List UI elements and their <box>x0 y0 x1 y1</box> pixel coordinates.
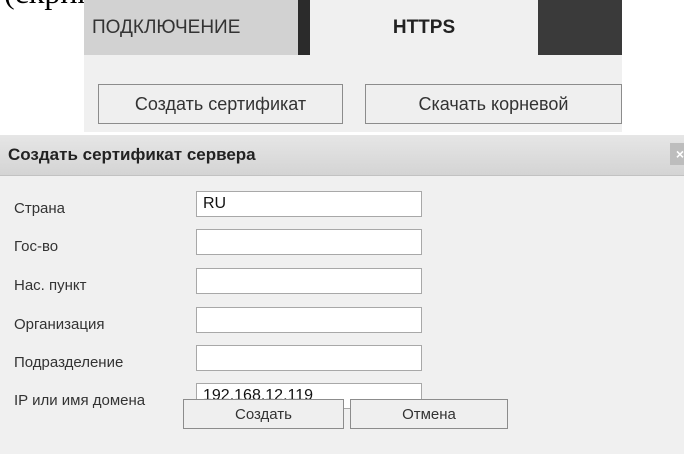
tab-bar: ПОДКЛЮЧЕНИЕ HTTPS <box>84 0 622 55</box>
department-label: Подразделение <box>14 354 124 371</box>
download-root-button[interactable]: Скачать корневой <box>365 84 622 124</box>
dialog-header: Создать сертификат сервера × <box>0 135 684 176</box>
create-certificate-button[interactable]: Создать сертификат <box>98 84 343 124</box>
tab-overflow <box>538 0 622 55</box>
locality-field[interactable] <box>196 268 422 294</box>
locality-label: Нас. пункт <box>14 277 87 294</box>
state-field[interactable] <box>196 229 422 255</box>
dialog-title: Создать сертификат сервера <box>8 145 256 164</box>
create-server-certificate-dialog: Создать сертификат сервера × Страна Гос-… <box>0 135 684 454</box>
country-label: Страна <box>14 200 66 217</box>
country-field[interactable] <box>196 191 422 217</box>
state-label: Гос-во <box>14 238 59 255</box>
domain-label: IP или имя домена <box>14 392 146 409</box>
https-settings-panel: ПОДКЛЮЧЕНИЕ HTTPS Создать сертификат Ска… <box>84 0 622 132</box>
close-icon[interactable]: × <box>670 143 684 165</box>
tab-connection[interactable]: ПОДКЛЮЧЕНИЕ <box>84 0 298 55</box>
department-field[interactable] <box>196 345 422 371</box>
organization-label: Организация <box>14 316 105 333</box>
tab-separator <box>298 0 310 55</box>
submit-button[interactable]: Создать <box>183 399 344 429</box>
tab-https[interactable]: HTTPS <box>310 0 538 55</box>
cancel-button[interactable]: Отмена <box>350 399 508 429</box>
organization-field[interactable] <box>196 307 422 333</box>
